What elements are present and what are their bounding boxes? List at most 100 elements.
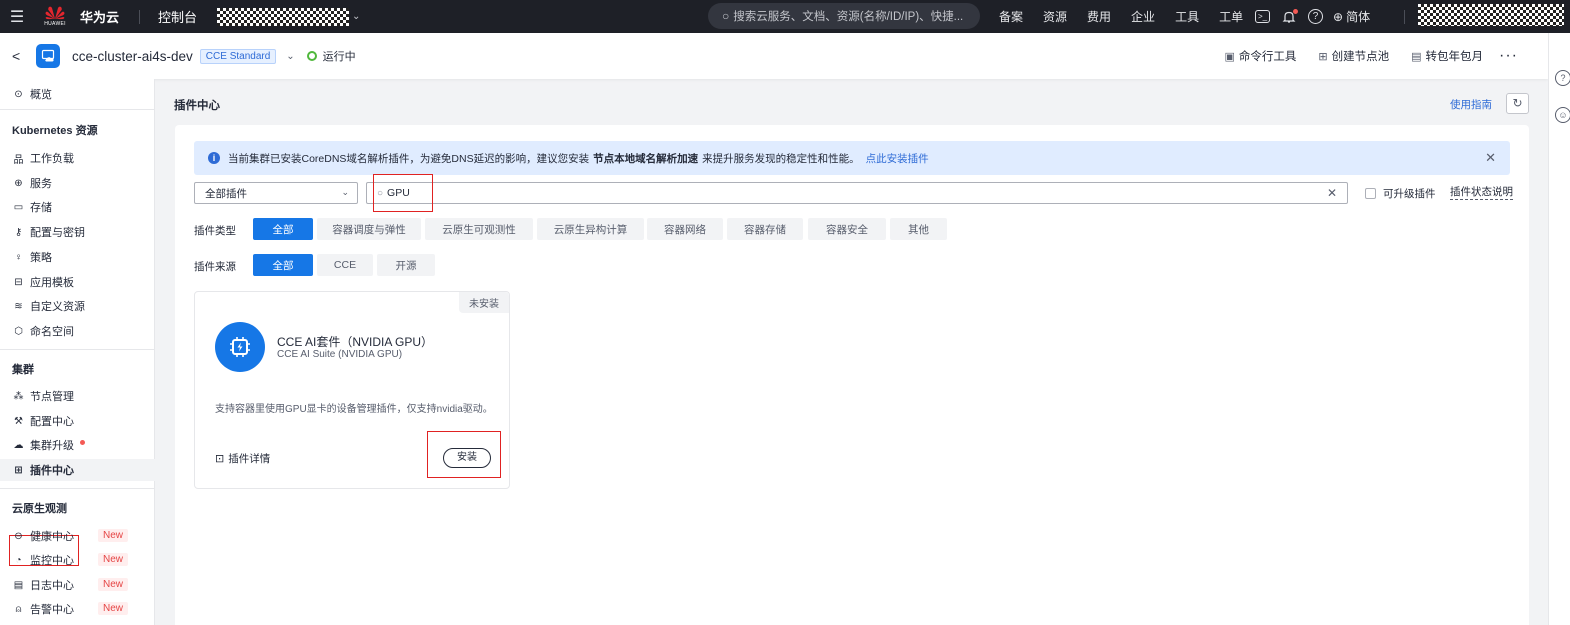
plugin-description: 支持容器里使用GPU显卡的设备管理插件，仅支持nvidia驱动。 xyxy=(215,404,493,415)
coredns-notice-banner: i 当前集群已安装CoreDNS域名解析插件，为避免DNS延迟的影响，建议您安装… xyxy=(194,141,1510,175)
sidebar-item-label: 告警中心 xyxy=(30,604,74,616)
chevron-down-icon: ⌄ xyxy=(341,187,349,197)
sidebar-item-label: 自定义资源 xyxy=(30,301,85,313)
help-icon[interactable]: ? xyxy=(1555,70,1570,86)
section-cluster: 集群 xyxy=(12,364,34,376)
nav-enterprise[interactable]: 企业 xyxy=(1131,8,1155,25)
console-link[interactable]: 控制台 xyxy=(158,7,197,26)
sidebar-item-label: 工作负载 xyxy=(30,153,74,165)
refresh-button[interactable]: ↻ xyxy=(1506,93,1529,114)
notice-text-suffix: 来提升服务发现的稳定性和性能。 xyxy=(702,152,860,165)
type-chip-heterogeneous-computing[interactable]: 云原生异构计算 xyxy=(537,218,644,240)
redacted-project-selector[interactable] xyxy=(217,7,350,26)
right-side-rail: ? ☺ xyxy=(1548,33,1570,625)
sidebar-item-node-management[interactable]: ⁂ 节点管理 xyxy=(0,385,155,407)
divider xyxy=(139,9,141,24)
terminal-icon[interactable]: >_ xyxy=(1255,10,1270,23)
sidebar-item-label: 配置中心 xyxy=(30,416,74,428)
sidebar-item-config-center[interactable]: ⚒ 配置中心 xyxy=(0,410,155,432)
status-running-icon xyxy=(306,51,317,61)
sidebar-item-alarm-center[interactable]: ⍝ 告警中心 xyxy=(0,598,155,620)
convert-yearly-button[interactable]: ▤ 转包年包月 xyxy=(1411,48,1483,64)
plugin-english-name: CCE AI Suite (NVIDIA GPU) xyxy=(277,349,403,360)
type-chip-all[interactable]: 全部 xyxy=(253,218,313,240)
type-chip-security[interactable]: 容器安全 xyxy=(808,218,886,240)
overview-icon: ⊙ xyxy=(14,88,23,100)
cluster-switch-chevron-icon[interactable]: ⌄ xyxy=(286,51,294,62)
type-chip-network[interactable]: 容器网络 xyxy=(647,218,723,240)
huawei-flower-icon xyxy=(45,6,65,20)
plugin-source-label: 插件来源 xyxy=(194,261,236,273)
plugin-details-link[interactable]: ⊡ 插件详情 xyxy=(215,451,270,466)
more-options-icon[interactable]: ··· xyxy=(1499,47,1518,65)
type-chip-other[interactable]: 其他 xyxy=(890,218,947,240)
cli-tool-label: 命令行工具 xyxy=(1238,51,1297,63)
global-search-input[interactable]: ○ 搜索云服务、文档、资源(名称/ID/IP)、快捷... xyxy=(708,3,980,29)
plugin-scope-value: 全部插件 xyxy=(205,187,247,200)
sidebar-item-storage[interactable]: ▭ 存储 xyxy=(0,196,155,218)
layers-icon: ≋ xyxy=(14,300,23,312)
cube-icon: ⬡ xyxy=(14,325,23,337)
brand-name[interactable]: 华为云 xyxy=(80,7,119,26)
sidebar-item-label: 存储 xyxy=(30,202,52,214)
sidebar-item-label: 命名空间 xyxy=(30,326,74,338)
nav-billing[interactable]: 费用 xyxy=(1087,8,1111,25)
nodes-icon: ⁂ xyxy=(13,390,24,402)
sidebar-item-app-templates[interactable]: ⊟ 应用模板 xyxy=(0,271,155,293)
create-nodepool-button[interactable]: ⊞ 创建节点池 xyxy=(1318,48,1389,64)
plugin-search-input[interactable]: ○ GPU ✕ xyxy=(366,182,1348,204)
redacted-user-account[interactable] xyxy=(1418,4,1564,26)
language-switch[interactable]: ⊕ 简体 xyxy=(1333,8,1370,25)
source-chip-cce[interactable]: CCE xyxy=(317,254,373,276)
close-icon[interactable]: ✕ xyxy=(1485,150,1496,166)
usage-guide-link[interactable]: 使用指南 xyxy=(1450,97,1492,112)
nav-tools[interactable]: 工具 xyxy=(1175,8,1199,25)
huawei-logo[interactable]: HUAWEI xyxy=(42,6,68,27)
plugin-scope-select[interactable]: 全部插件 ⌄ xyxy=(194,182,358,204)
sidebar-item-overview[interactable]: ⊙ 概览 xyxy=(0,83,155,105)
nav-filing[interactable]: 备案 xyxy=(999,8,1023,25)
cluster-actions: ▣ 命令行工具 ⊞ 创建节点池 ▤ 转包年包月 ··· xyxy=(1202,33,1518,79)
sidebar-item-health-center[interactable]: ⊖ 健康中心 xyxy=(0,525,155,547)
help-icon[interactable]: ? xyxy=(1308,9,1323,24)
sidebar-item-label: 概览 xyxy=(30,89,52,101)
sidebar-item-policies[interactable]: ♀ 策略 xyxy=(0,246,155,268)
sidebar-item-log-center[interactable]: ▤ 日志中心 xyxy=(0,574,155,596)
sidebar-item-label: 节点管理 xyxy=(30,391,74,403)
new-badge: New xyxy=(98,529,129,542)
type-chip-observability[interactable]: 云原生可观测性 xyxy=(425,218,533,240)
type-chip-scheduling-elasticity[interactable]: 容器调度与弹性 xyxy=(317,218,421,240)
source-chip-open-source[interactable]: 开源 xyxy=(377,254,435,276)
new-badge: New xyxy=(98,578,129,591)
sidebar-item-cluster-upgrade[interactable]: ☁ 集群升级 xyxy=(0,434,155,456)
clear-icon[interactable]: ✕ xyxy=(1327,186,1337,200)
bell-icon[interactable] xyxy=(1280,8,1298,26)
nav-tickets[interactable]: 工单 xyxy=(1219,8,1243,25)
feedback-smile-icon[interactable]: ☺ xyxy=(1555,107,1570,123)
install-plugin-link[interactable]: 点此安装插件 xyxy=(866,151,929,166)
gpu-chip-icon xyxy=(215,322,265,372)
nav-resources[interactable]: 资源 xyxy=(1043,8,1067,25)
upgradable-checkbox[interactable]: 可升级插件 xyxy=(1365,186,1436,201)
create-nodepool-label: 创建节点池 xyxy=(1331,51,1390,63)
sidebar-item-services[interactable]: ⊕ 服务 xyxy=(0,172,155,194)
sidebar-item-plugin-center[interactable]: ⊞ 插件中心 xyxy=(0,459,155,481)
menu-icon[interactable]: ☰ xyxy=(0,7,34,27)
type-chip-storage[interactable]: 容器存储 xyxy=(727,218,803,240)
chevron-down-icon[interactable]: ⌄ xyxy=(352,11,360,22)
source-chip-all[interactable]: 全部 xyxy=(253,254,313,276)
highlight-box-install xyxy=(427,431,501,478)
sidebar-item-config-secrets[interactable]: ⚷ 配置与密钥 xyxy=(0,221,155,243)
notice-text: 当前集群已安装CoreDNS域名解析插件，为避免DNS延迟的影响，建议您安装 xyxy=(228,152,590,165)
cli-tool-button[interactable]: ▣ 命令行工具 xyxy=(1224,48,1296,64)
plugin-status-help-link[interactable]: 插件状态说明 xyxy=(1450,186,1513,200)
refresh-icon: ↻ xyxy=(1512,96,1523,110)
globe-icon: ⊕ xyxy=(1333,9,1344,24)
sidebar-item-namespaces[interactable]: ⬡ 命名空间 xyxy=(0,320,155,342)
sidebar-item-workloads[interactable]: 品工作负载 xyxy=(0,147,155,169)
sidebar-item-monitoring-center[interactable]: ◔ 监控中心 xyxy=(0,549,155,571)
sidebar-item-custom-resources[interactable]: ≋ 自定义资源 xyxy=(0,295,155,317)
back-arrow-icon[interactable]: < xyxy=(12,48,32,64)
section-kubernetes-resources: Kubernetes 资源 xyxy=(12,125,98,137)
sidebar-item-label: 策略 xyxy=(30,252,52,264)
